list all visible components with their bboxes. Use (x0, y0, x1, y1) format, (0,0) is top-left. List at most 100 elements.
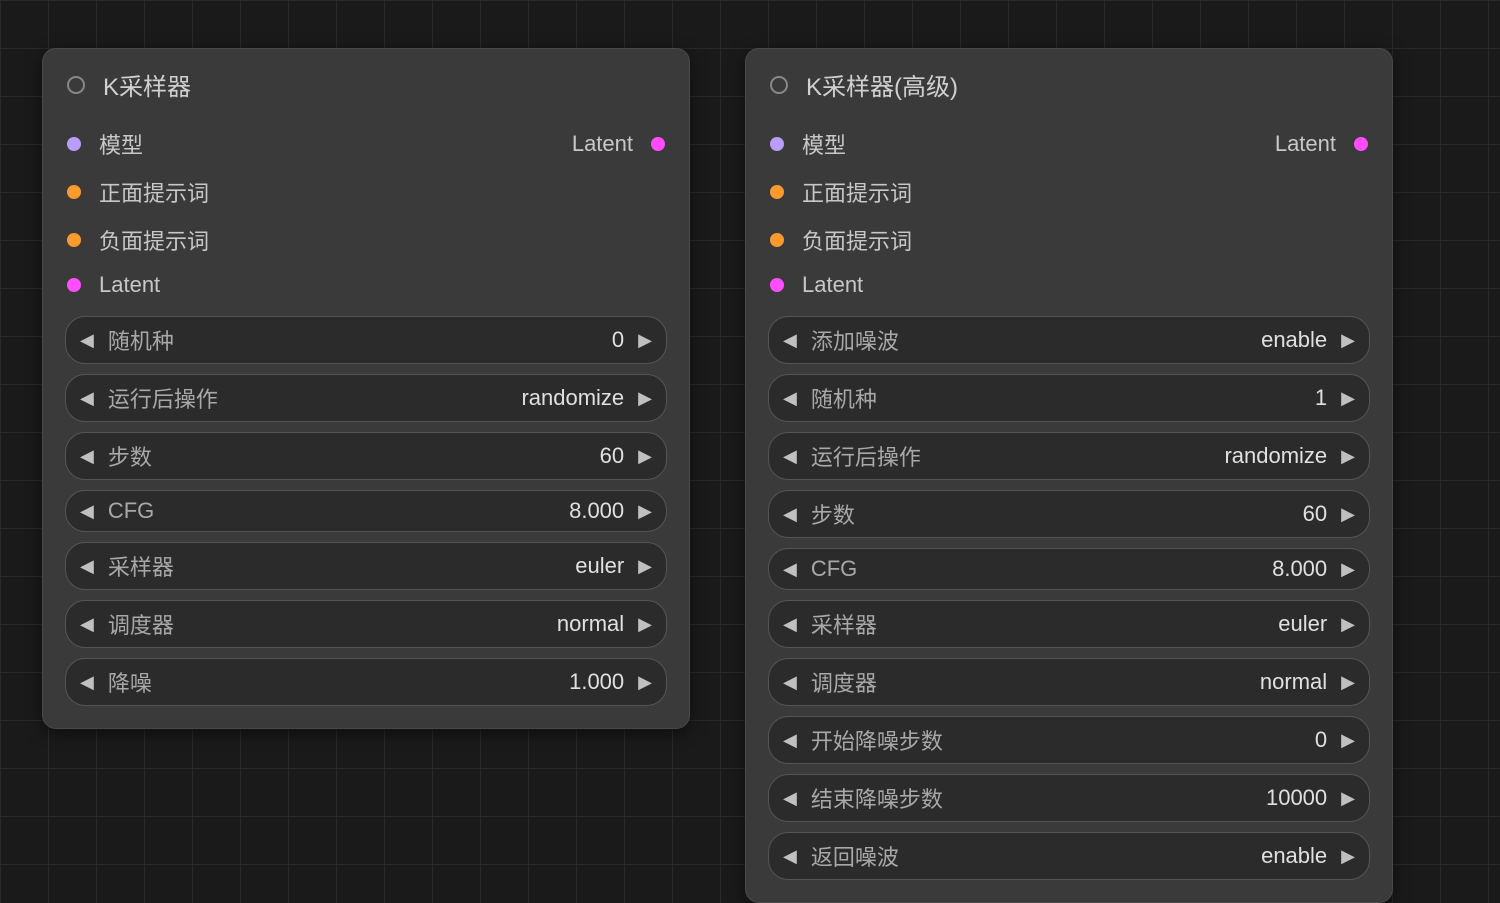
param-label: 运行后操作 (811, 440, 921, 472)
output-port-dot[interactable] (651, 137, 665, 151)
input-port-label: 正面提示词 (802, 176, 912, 208)
param-increment-icon[interactable]: ▶ (1341, 846, 1355, 867)
param-value[interactable]: randomize (521, 385, 624, 411)
param-increment-icon[interactable]: ▶ (1341, 788, 1355, 809)
param-increment-icon[interactable]: ▶ (638, 330, 652, 351)
param-value[interactable]: enable (1261, 843, 1327, 869)
param-value[interactable]: 10000 (1266, 785, 1327, 811)
param-decrement-icon[interactable]: ◀ (783, 446, 797, 467)
param-increment-icon[interactable]: ▶ (638, 501, 652, 522)
input-port-label: 负面提示词 (802, 224, 912, 256)
param-label: 返回噪波 (811, 840, 899, 872)
input-port-dot[interactable] (770, 137, 784, 151)
param-decrement-icon[interactable]: ◀ (783, 672, 797, 693)
param-row[interactable]: ◀步数60▶ (768, 490, 1370, 538)
param-row[interactable]: ◀ 调度器 normal ▶ (65, 600, 667, 648)
param-increment-icon[interactable]: ▶ (1341, 504, 1355, 525)
input-port-dot[interactable] (770, 278, 784, 292)
param-row[interactable]: ◀运行后操作randomize▶ (65, 374, 667, 422)
param-decrement-icon[interactable]: ◀ (783, 388, 797, 409)
param-row[interactable]: ◀CFG8.000▶ (65, 490, 667, 532)
param-row[interactable]: ◀开始降噪步数0▶ (768, 716, 1370, 764)
input-port-dot[interactable] (67, 185, 81, 199)
input-port-dot[interactable] (770, 233, 784, 247)
output-port-label: Latent (572, 131, 633, 157)
param-value[interactable]: euler (1278, 611, 1327, 637)
param-row[interactable]: ◀步数60▶ (65, 432, 667, 480)
param-value[interactable]: 60 (1303, 501, 1327, 527)
param-decrement-icon[interactable]: ◀ (80, 446, 94, 467)
param-value[interactable]: 1 (1315, 385, 1327, 411)
param-value[interactable]: randomize (1224, 443, 1327, 469)
param-value[interactable]: 8.000 (1272, 556, 1327, 582)
param-decrement-icon[interactable]: ◀ (80, 556, 94, 577)
node-header[interactable]: K采样器(高级) (746, 49, 1392, 116)
param-value[interactable]: normal (1260, 669, 1327, 695)
param-row[interactable]: ◀ 调度器 normal ▶ (768, 658, 1370, 706)
param-row[interactable]: ◀结束降噪步数10000▶ (768, 774, 1370, 822)
param-value[interactable]: 0 (612, 327, 624, 353)
param-row[interactable]: ◀ 运行后操作 randomize ▶ (768, 432, 1370, 480)
param-increment-icon[interactable]: ▶ (638, 446, 652, 467)
param-value[interactable]: 60 (600, 443, 624, 469)
param-value[interactable]: 0 (1315, 727, 1327, 753)
param-decrement-icon[interactable]: ◀ (783, 788, 797, 809)
node-ksampler-advanced[interactable]: K采样器(高级)模型Latent正面提示词负面提示词Latent◀添加噪波ena… (745, 48, 1393, 903)
param-decrement-icon[interactable]: ◀ (783, 504, 797, 525)
input-port-dot[interactable] (67, 278, 81, 292)
param-increment-icon[interactable]: ▶ (1341, 614, 1355, 635)
param-increment-icon[interactable]: ▶ (638, 672, 652, 693)
param-increment-icon[interactable]: ▶ (1341, 330, 1355, 351)
param-decrement-icon[interactable]: ◀ (80, 672, 94, 693)
node-collapse-icon[interactable] (67, 76, 85, 94)
output-port-dot[interactable] (1354, 137, 1368, 151)
param-decrement-icon[interactable]: ◀ (80, 501, 94, 522)
input-port-dot[interactable] (67, 233, 81, 247)
param-decrement-icon[interactable]: ◀ (80, 330, 94, 351)
input-port-dot[interactable] (770, 185, 784, 199)
param-decrement-icon[interactable]: ◀ (80, 614, 94, 635)
output-port-label: Latent (1275, 131, 1336, 157)
param-decrement-icon[interactable]: ◀ (783, 846, 797, 867)
param-label: 降噪 (108, 666, 152, 698)
param-row[interactable]: ◀ 降噪 1.000 ▶ (65, 658, 667, 706)
ports-section: 模型Latent正面提示词负面提示词Latent (43, 116, 689, 316)
param-row[interactable]: ◀CFG8.000▶ (768, 548, 1370, 590)
param-increment-icon[interactable]: ▶ (1341, 672, 1355, 693)
input-port-dot[interactable] (67, 137, 81, 151)
param-label: 随机种 (108, 324, 174, 356)
param-row[interactable]: ◀采样器euler▶ (768, 600, 1370, 648)
param-decrement-icon[interactable]: ◀ (783, 614, 797, 635)
param-row[interactable]: ◀ 随机种 0 ▶ (65, 316, 667, 364)
param-value[interactable]: 1.000 (569, 669, 624, 695)
param-value[interactable]: euler (575, 553, 624, 579)
input-port-row: Latent (43, 264, 689, 306)
param-increment-icon[interactable]: ▶ (1341, 388, 1355, 409)
param-value[interactable]: enable (1261, 327, 1327, 353)
param-row[interactable]: ◀ 返回噪波 enable ▶ (768, 832, 1370, 880)
input-port-row: 负面提示词 (43, 216, 689, 264)
node-collapse-icon[interactable] (770, 76, 788, 94)
param-increment-icon[interactable]: ▶ (1341, 446, 1355, 467)
param-decrement-icon[interactable]: ◀ (783, 559, 797, 580)
node-ksampler[interactable]: K采样器模型Latent正面提示词负面提示词Latent◀随机种0▶◀运行后操作… (42, 48, 690, 729)
param-label: 调度器 (811, 666, 877, 698)
param-value[interactable]: 8.000 (569, 498, 624, 524)
param-increment-icon[interactable]: ▶ (638, 388, 652, 409)
param-decrement-icon[interactable]: ◀ (783, 330, 797, 351)
input-port-label: 模型 (99, 128, 143, 160)
node-header[interactable]: K采样器 (43, 49, 689, 116)
param-increment-icon[interactable]: ▶ (638, 614, 652, 635)
param-value[interactable]: normal (557, 611, 624, 637)
input-port-row: 正面提示词 (43, 168, 689, 216)
param-row[interactable]: ◀随机种1▶ (768, 374, 1370, 422)
param-increment-icon[interactable]: ▶ (638, 556, 652, 577)
input-port-row: 正面提示词 (746, 168, 1392, 216)
param-decrement-icon[interactable]: ◀ (80, 388, 94, 409)
param-row[interactable]: ◀采样器euler▶ (65, 542, 667, 590)
param-decrement-icon[interactable]: ◀ (783, 730, 797, 751)
param-row[interactable]: ◀添加噪波enable▶ (768, 316, 1370, 364)
param-increment-icon[interactable]: ▶ (1341, 559, 1355, 580)
param-label: 调度器 (108, 608, 174, 640)
param-increment-icon[interactable]: ▶ (1341, 730, 1355, 751)
